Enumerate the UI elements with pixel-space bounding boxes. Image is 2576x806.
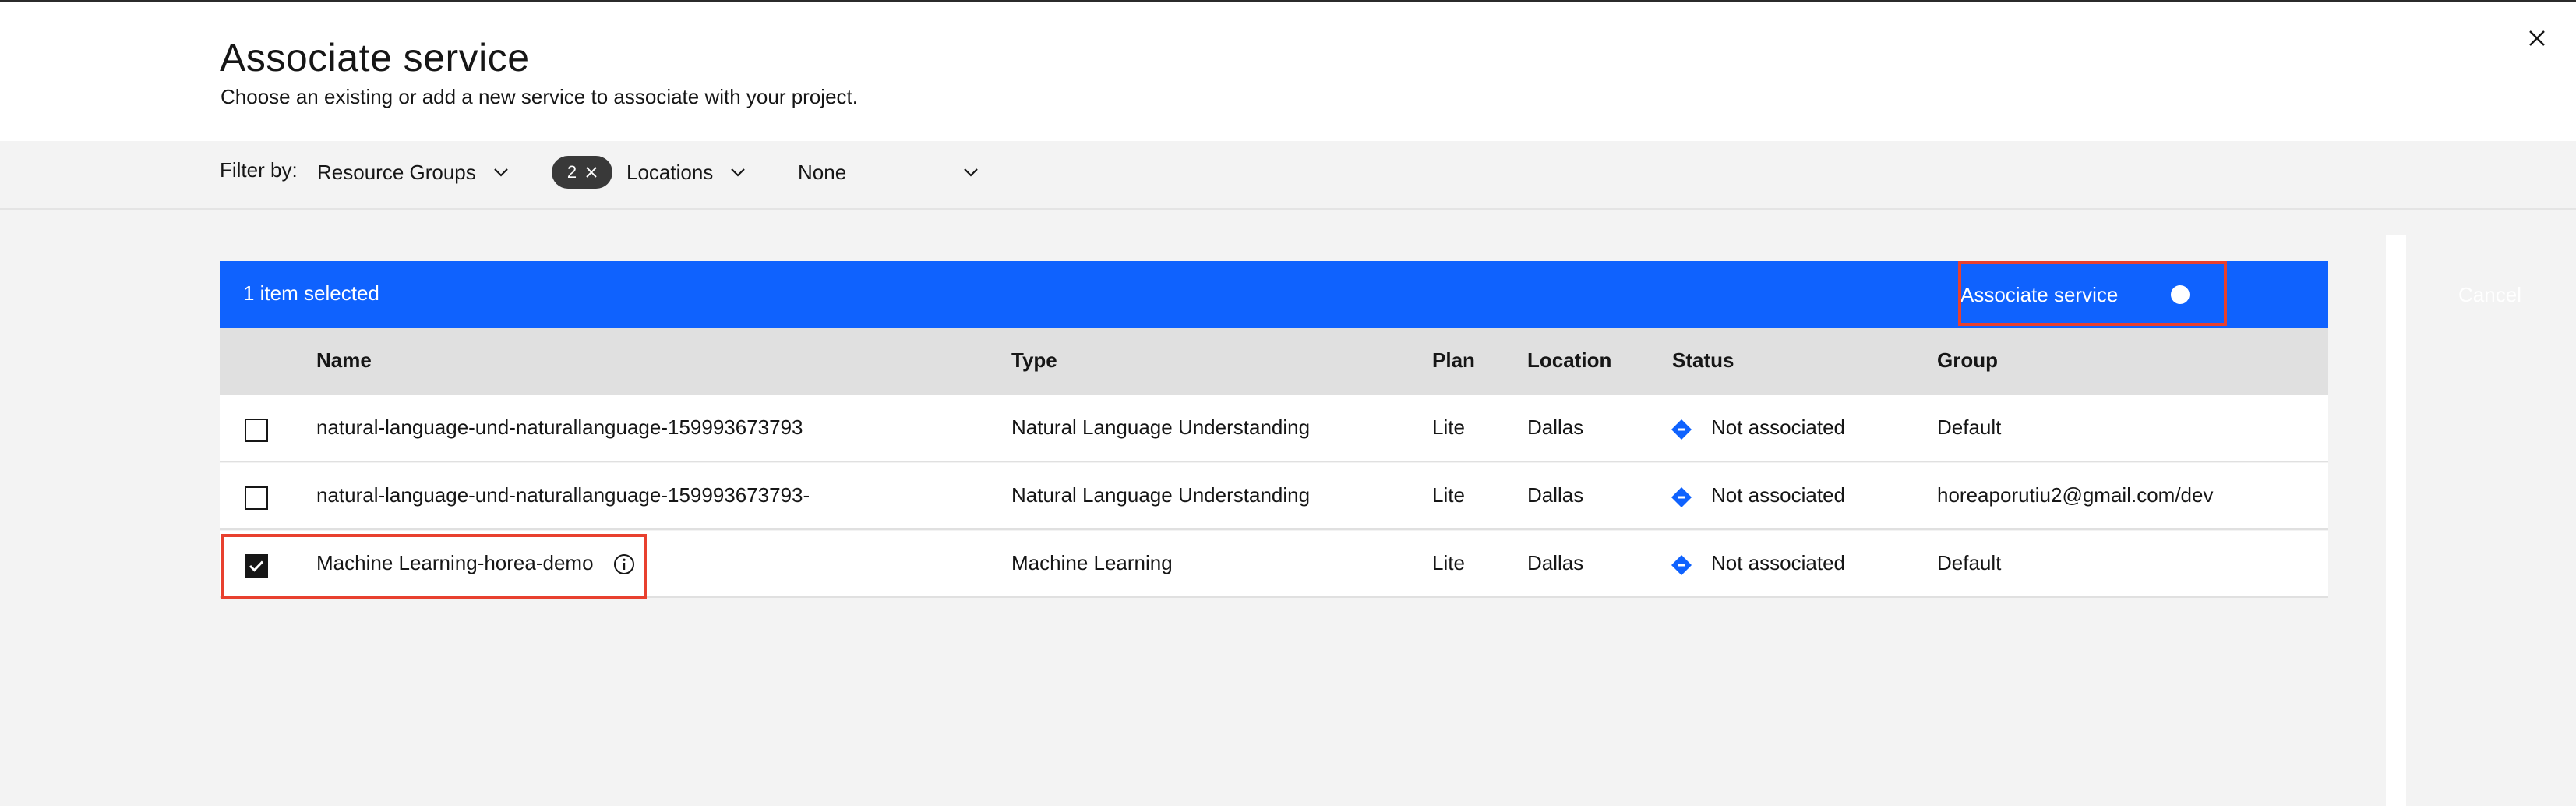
table-row[interactable]: natural-language-und-naturallanguage-159… <box>220 463 2328 530</box>
service-plan: Lite <box>1432 483 1465 507</box>
column-header-location[interactable]: Location <box>1527 348 1611 373</box>
service-status: Not associated <box>1711 415 1845 439</box>
service-type: Machine Learning <box>1011 551 1173 574</box>
column-header-status[interactable]: Status <box>1672 348 1734 373</box>
column-header-group[interactable]: Group <box>1937 348 1998 373</box>
filter-bar: Filter by: Resource Groups 2 Locations N… <box>0 141 2576 210</box>
service-location: Dallas <box>1527 415 1584 439</box>
service-group: Default <box>1937 415 2002 439</box>
column-header-plan[interactable]: Plan <box>1432 348 1475 373</box>
locations-label: Locations <box>626 160 714 184</box>
service-group: Default <box>1937 551 2002 574</box>
service-type: Natural Language Understanding <box>1011 483 1311 507</box>
highlight-associate-button <box>1958 261 2227 326</box>
service-name: natural-language-und-naturallanguage-159… <box>316 415 803 439</box>
service-location: Dallas <box>1527 551 1584 574</box>
service-location: Dallas <box>1527 483 1584 507</box>
locations-count-tag[interactable]: 2 <box>552 156 612 189</box>
resource-groups-label: Resource Groups <box>317 160 476 184</box>
dialog-title: Associate service <box>220 36 530 80</box>
chevron-down-icon <box>964 168 978 177</box>
dialog-header: Associate service Choose an existing or … <box>0 2 2576 141</box>
row-checkbox[interactable] <box>245 419 268 442</box>
status-diamond-icon <box>1671 555 1692 575</box>
status-diamond-icon <box>1671 487 1692 507</box>
locations-dropdown[interactable]: 2 Locations <box>552 150 746 194</box>
status-diamond-icon <box>1671 419 1692 440</box>
chevron-down-icon <box>731 168 746 177</box>
filter-label: Filter by: <box>220 158 298 182</box>
service-group: horeaporutiu2@gmail.com/dev <box>1937 483 2214 507</box>
service-plan: Lite <box>1432 551 1465 574</box>
close-icon <box>2529 30 2545 46</box>
resource-groups-dropdown[interactable]: Resource Groups <box>317 150 509 194</box>
none-dropdown[interactable]: None <box>798 150 979 194</box>
locations-count: 2 <box>566 162 577 182</box>
selected-count-text: 1 item selected <box>243 281 379 305</box>
service-status: Not associated <box>1711 551 1845 574</box>
dialog-subtitle: Choose an existing or add a new service … <box>221 85 858 108</box>
column-header-type[interactable]: Type <box>1011 348 1057 373</box>
none-label: None <box>798 160 847 184</box>
service-plan: Lite <box>1432 415 1465 439</box>
chevron-down-icon <box>493 168 508 177</box>
cancel-button[interactable]: Cancel <box>2458 261 2521 328</box>
service-name: natural-language-und-naturallanguage-159… <box>316 483 810 507</box>
scroll-track[interactable] <box>2386 235 2406 806</box>
cancel-label: Cancel <box>2458 282 2521 306</box>
row-checkbox[interactable] <box>245 486 268 510</box>
service-type: Natural Language Understanding <box>1011 415 1311 439</box>
clear-filter-icon[interactable] <box>586 167 597 178</box>
table-header: Name Type Plan Location Status Group <box>220 328 2328 395</box>
service-status: Not associated <box>1711 483 1845 507</box>
table-row[interactable]: natural-language-und-naturallanguage-159… <box>220 395 2328 462</box>
close-button[interactable] <box>2521 23 2553 54</box>
column-header-name[interactable]: Name <box>316 348 372 373</box>
highlight-selected-row <box>221 534 647 599</box>
